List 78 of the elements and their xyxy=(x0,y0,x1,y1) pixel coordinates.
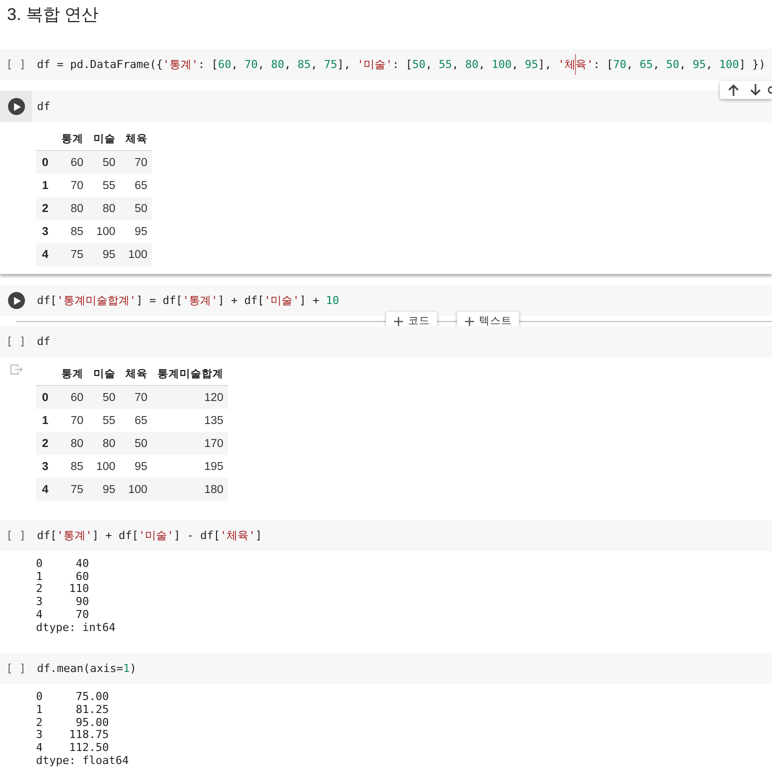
output-line: 1 81.25 xyxy=(36,704,110,717)
code-input[interactable]: df = pd.DataFrame({'통계': [60, 70, 80, 85, 75], '미술': [50, 55, 80, 100, 95], '체육': [70, 65, 50, 95, 100] }) xyxy=(37,54,766,75)
output-line: 0 75.00 xyxy=(36,691,110,704)
link-icon xyxy=(768,86,772,94)
table-cell: 65 xyxy=(120,409,152,432)
row-index: 3 xyxy=(36,220,56,243)
run-button[interactable] xyxy=(8,292,24,309)
output-line: 1 60 xyxy=(36,570,90,584)
arrow-up-icon xyxy=(728,84,738,96)
table-cell: 60 xyxy=(56,386,88,409)
code-input[interactable]: df['통계미술합계'] = df['통계'] + df['미술'] + 10 xyxy=(37,292,340,308)
table-cell: 100 xyxy=(88,220,120,243)
table-cell: 85 xyxy=(56,220,88,243)
table-cell: 85 xyxy=(56,455,88,478)
row-index: 4 xyxy=(36,478,56,501)
table-cell: 80 xyxy=(56,432,88,455)
table-cell: 95 xyxy=(120,220,152,243)
table-cell: 80 xyxy=(56,197,88,220)
table-cell: 70 xyxy=(56,174,88,197)
output-line: 4 70 xyxy=(36,608,90,622)
output-line: 3 90 xyxy=(36,596,90,609)
play-icon xyxy=(14,296,20,304)
table-cell: 180 xyxy=(152,478,228,501)
table-cell: 50 xyxy=(88,386,120,409)
plus-icon xyxy=(394,316,403,326)
execution-prompt: [ ] xyxy=(6,58,26,71)
row-index: 0 xyxy=(36,386,56,409)
table-cell: 95 xyxy=(88,243,120,266)
play-icon xyxy=(14,102,20,110)
section-heading: 3. 복합 연산 xyxy=(6,4,100,26)
output-line: 2 95.00 xyxy=(36,716,110,730)
output-line: dtype: float64 xyxy=(36,754,129,768)
table-cell: 80 xyxy=(88,197,120,220)
code-input[interactable]: df.mean(axis=1) xyxy=(37,660,136,677)
table-cell: 195 xyxy=(152,455,228,478)
table-cell: 95 xyxy=(88,478,120,501)
arrow-down-icon xyxy=(750,84,760,96)
row-index: 2 xyxy=(36,432,56,455)
table-cell: 100 xyxy=(120,478,152,501)
table-cell: 50 xyxy=(88,150,120,174)
code-input[interactable]: df xyxy=(37,98,50,114)
table-cell: 75 xyxy=(56,478,88,501)
text-cursor xyxy=(575,54,576,75)
table-cell: 60 xyxy=(56,150,88,174)
output-line: 0 40 xyxy=(36,558,90,571)
table-cell: 170 xyxy=(152,432,228,455)
output-line: dtype: int64 xyxy=(36,622,116,634)
row-index: 1 xyxy=(36,174,56,197)
table-cell: 50 xyxy=(120,432,152,455)
table-cell: 70 xyxy=(120,150,152,174)
code-input[interactable]: df['통계'] + df['미술'] - df['체육'] xyxy=(37,528,262,544)
table-cell: 95 xyxy=(120,455,152,478)
table-cell: 100 xyxy=(120,243,152,266)
table-cell: 80 xyxy=(88,432,120,455)
table-cell: 55 xyxy=(88,409,120,432)
execution-prompt: [ ] xyxy=(6,335,26,348)
execution-prompt: [ ] xyxy=(6,529,26,542)
table-cell: 65 xyxy=(120,174,152,197)
table-cell: 55 xyxy=(88,174,120,197)
row-index: 1 xyxy=(36,409,56,432)
table-cell: 120 xyxy=(152,386,228,409)
plus-icon xyxy=(465,316,474,326)
output-line: 4 112.50 xyxy=(36,742,110,755)
table-cell: 135 xyxy=(152,409,228,432)
output-line: 3 118.75 xyxy=(36,729,110,742)
row-index: 4 xyxy=(36,243,56,266)
execution-prompt: [ ] xyxy=(6,662,26,676)
output-line: 2 110 xyxy=(36,583,90,596)
row-index: 2 xyxy=(36,197,56,220)
code-input[interactable]: df xyxy=(37,334,50,350)
table-cell: 70 xyxy=(120,386,152,409)
table-cell: 75 xyxy=(56,243,88,266)
table-cell: 70 xyxy=(56,409,88,432)
run-button[interactable] xyxy=(8,98,24,115)
row-index: 0 xyxy=(36,150,56,174)
table-cell: 100 xyxy=(88,455,120,478)
row-index: 3 xyxy=(36,455,56,478)
table-cell: 50 xyxy=(120,197,152,220)
